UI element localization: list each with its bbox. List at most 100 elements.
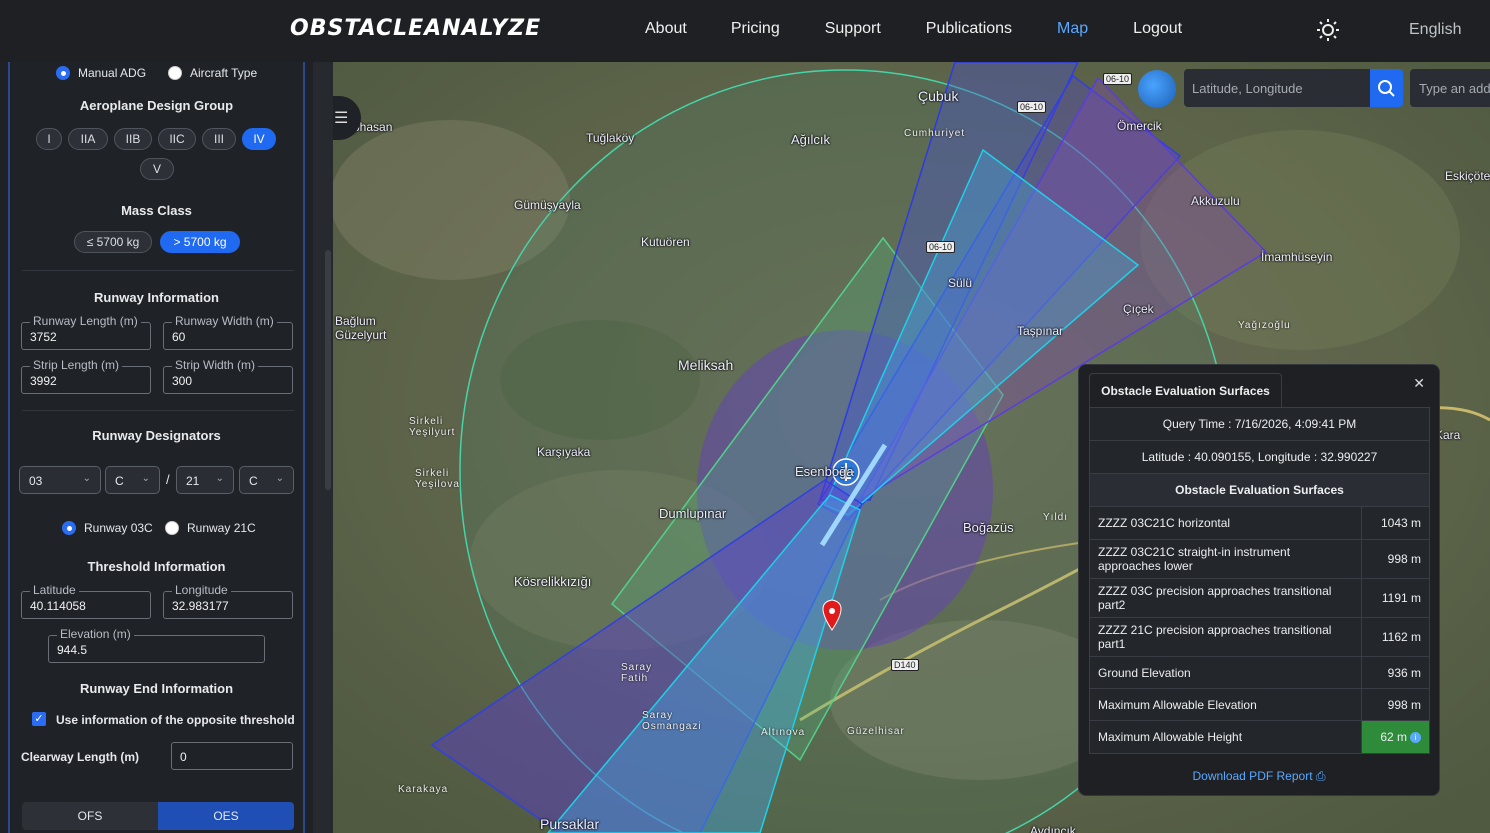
- select-value: 21: [186, 474, 200, 488]
- search-icon: [1378, 80, 1395, 97]
- adg-option-iia[interactable]: IIA: [68, 128, 108, 150]
- runway-end-title: Runway End Information: [79, 681, 234, 696]
- designator-number-select[interactable]: 03 ⌄: [19, 466, 101, 494]
- row-value: 62 m: [1380, 730, 1407, 744]
- field-value: 40.114058: [30, 599, 86, 613]
- map-label: İmamhüseyin: [1261, 250, 1333, 264]
- elevation-field[interactable]: Elevation (m) 944.5: [48, 627, 265, 663]
- divider: [22, 270, 294, 271]
- table-row: Ground Elevation 936 m: [1090, 657, 1429, 689]
- table-row: ZZZZ 21C precision approaches transition…: [1090, 618, 1429, 657]
- adg-option-i[interactable]: I: [36, 128, 62, 150]
- field-label: Runway Width (m): [172, 314, 277, 328]
- map-label: Kösrelikkızığı: [514, 574, 592, 589]
- map-label: Ömercik: [1117, 119, 1162, 133]
- field-label: Strip Width (m): [172, 358, 259, 372]
- select-value: C: [249, 474, 258, 488]
- road-badge: 06-10: [926, 241, 956, 253]
- map-label: Kutuören: [641, 235, 690, 249]
- designators-title: Runway Designators: [92, 428, 221, 443]
- radio-dot: [165, 521, 179, 535]
- mass-heavy[interactable]: > 5700 kg: [160, 231, 240, 253]
- address-search-input[interactable]: Type an address: [1410, 69, 1490, 107]
- globe-icon[interactable]: [1138, 70, 1176, 108]
- search-button[interactable]: [1370, 69, 1403, 107]
- map-label: Yağızoğlu: [1238, 320, 1291, 331]
- radio-label: Manual ADG: [78, 66, 147, 80]
- row-name: Maximum Allowable Height: [1098, 730, 1243, 744]
- opposite-number-select[interactable]: 21 ⌄: [176, 466, 234, 494]
- clearway-field[interactable]: 0: [171, 742, 293, 770]
- nav-pricing[interactable]: Pricing: [731, 20, 780, 38]
- field-value: 944.5: [57, 643, 88, 657]
- field-value: 300: [172, 374, 193, 388]
- strip-width-field[interactable]: Strip Width (m) 300: [163, 358, 293, 394]
- strip-length-field[interactable]: Strip Length (m) 3992: [21, 358, 151, 394]
- opposite-threshold-label: Use information of the opposite threshol…: [56, 713, 295, 727]
- radio-runway-03c[interactable]: Runway 03C: [62, 521, 153, 535]
- runway-width-field[interactable]: Runway Width (m) 60: [163, 314, 293, 350]
- row-value: 1162 m: [1361, 618, 1429, 656]
- divider: [22, 410, 294, 411]
- language-selector[interactable]: English: [1409, 21, 1461, 39]
- map-label: Altınova: [761, 727, 806, 738]
- sidebar-scrollbar-thumb[interactable]: [325, 250, 331, 490]
- row-name: ZZZZ 03C21C horizontal: [1098, 516, 1231, 530]
- radio-label: Aircraft Type: [190, 66, 258, 80]
- map-label: Dumlupınar: [659, 506, 727, 521]
- radio-dot: [62, 521, 76, 535]
- download-pdf-link[interactable]: Download PDF Report ⎙: [1079, 769, 1439, 784]
- toggle-oes[interactable]: OES: [158, 802, 294, 830]
- map-label: Sülü: [948, 276, 973, 290]
- nav-logout[interactable]: Logout: [1133, 20, 1182, 38]
- chevron-down-icon: ⌄: [275, 473, 284, 484]
- row-name: ZZZZ 03C precision approaches transition…: [1098, 584, 1332, 612]
- adg-option-iib[interactable]: IIB: [114, 128, 152, 150]
- radio-manual-adg[interactable]: Manual ADG: [56, 66, 146, 80]
- row-value: 998 m: [1361, 689, 1429, 720]
- tab-obstacle-evaluation[interactable]: Obstacle Evaluation Surfaces: [1089, 373, 1282, 407]
- field-value: 3992: [30, 374, 57, 388]
- adg-option-iv[interactable]: IV: [242, 128, 276, 150]
- latitude-field[interactable]: Latitude 40.114058: [21, 583, 151, 619]
- adg-option-iic[interactable]: IIC: [158, 128, 196, 150]
- designator-letter-select[interactable]: C ⌄: [105, 466, 160, 494]
- nav-publications[interactable]: Publications: [926, 20, 1012, 38]
- query-time: Query Time : 7/16/2026, 4:09:41 PM: [1090, 408, 1429, 441]
- field-value: 3752: [30, 330, 57, 344]
- row-name: Maximum Allowable Elevation: [1098, 697, 1257, 712]
- map-label: Gümüşyayla: [514, 198, 581, 212]
- map-label: Saray Fatih: [621, 662, 653, 684]
- field-value: 60: [172, 330, 186, 344]
- runway-config-sidebar: Manual ADG Aircraft Type Aeroplane Desig…: [8, 62, 305, 833]
- nav-about[interactable]: About: [645, 20, 687, 38]
- runway-length-field[interactable]: Runway Length (m) 3752: [21, 314, 151, 350]
- info-icon[interactable]: i: [1410, 731, 1421, 743]
- toggle-ofs[interactable]: OFS: [22, 802, 158, 830]
- map-label: Aydıncık: [1030, 824, 1076, 833]
- map-label: Cumhuriyet: [904, 128, 966, 139]
- map-label: Çubuk: [918, 88, 959, 104]
- logo[interactable]: OBSTACLEANALYZE: [290, 16, 541, 41]
- row-name: Ground Elevation: [1098, 665, 1191, 680]
- opposite-letter-select[interactable]: C ⌄: [239, 466, 294, 494]
- longitude-field[interactable]: Longitude 32.983177: [163, 583, 293, 619]
- adg-option-iii[interactable]: III: [202, 128, 236, 150]
- mass-light[interactable]: ≤ 5700 kg: [74, 231, 152, 253]
- main-nav: About Pricing Support Publications Map L…: [645, 20, 1182, 38]
- field-label: Longitude: [172, 583, 231, 597]
- nav-support[interactable]: Support: [825, 20, 881, 38]
- chevron-down-icon: ⌄: [141, 473, 150, 484]
- row-name: ZZZZ 21C precision approaches transition…: [1098, 623, 1332, 651]
- sun-icon[interactable]: [1316, 18, 1340, 42]
- row-value: 1191 m: [1361, 579, 1429, 617]
- field-value: 0: [180, 750, 187, 764]
- nav-map[interactable]: Map: [1057, 20, 1088, 38]
- adg-option-v[interactable]: V: [140, 158, 174, 180]
- opposite-threshold-checkbox[interactable]: ✓: [32, 712, 46, 726]
- field-label: Runway Length (m): [30, 314, 141, 328]
- radio-aircraft-type[interactable]: Aircraft Type: [168, 66, 257, 80]
- close-icon[interactable]: ✕: [1413, 375, 1425, 392]
- radio-runway-21c[interactable]: Runway 21C: [165, 521, 256, 535]
- coordinate-search-input[interactable]: Latitude, Longitude: [1184, 69, 1370, 107]
